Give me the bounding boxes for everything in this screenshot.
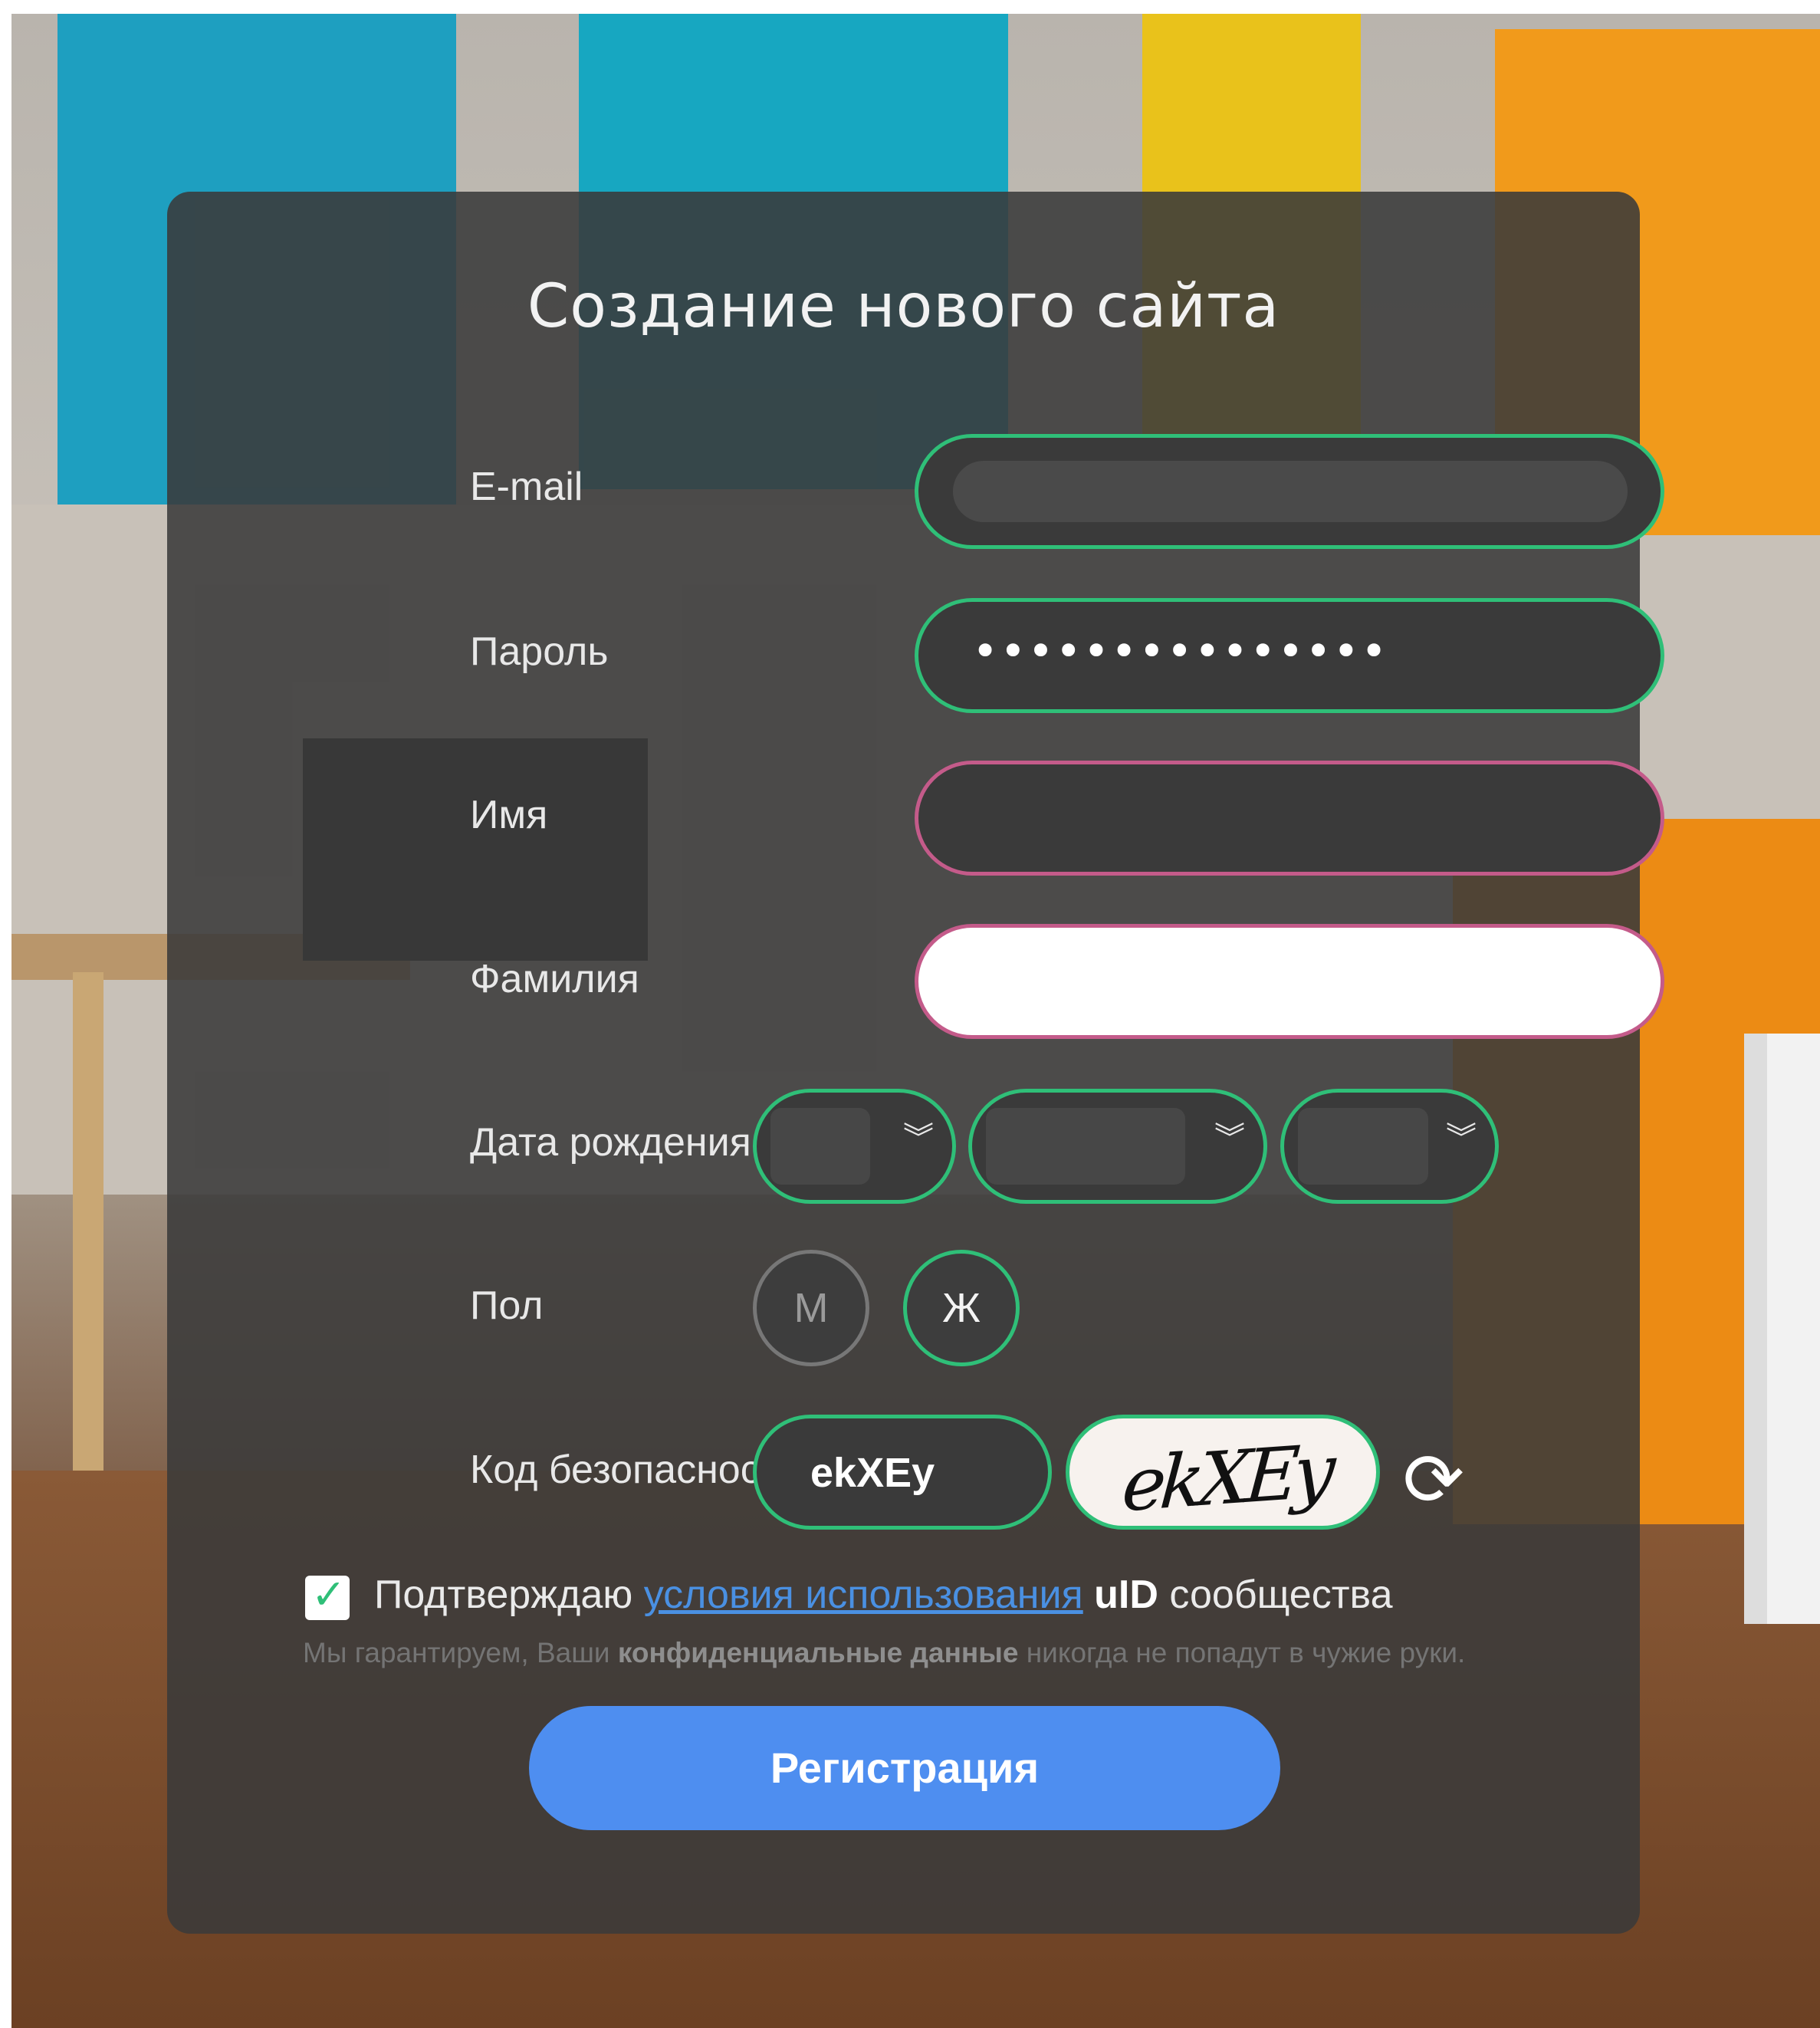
- birth-year-select[interactable]: ︾: [1280, 1089, 1499, 1204]
- password-value: •••••••••••••••: [972, 625, 1389, 677]
- chevron-down-double-icon: ︾: [1214, 1121, 1245, 1156]
- email-field[interactable]: [915, 434, 1664, 549]
- privacy-prefix: Мы гарантируем, Ваши: [303, 1637, 610, 1668]
- birth-date-label: Дата рождения: [470, 1120, 751, 1165]
- agree-suffix: сообщества: [1169, 1573, 1393, 1617]
- captcha-image: ekXEy: [1066, 1415, 1380, 1530]
- birth-year-value: [1298, 1108, 1428, 1185]
- birth-day-value: [770, 1108, 870, 1185]
- captcha-text: ekXEy: [1119, 1428, 1332, 1529]
- chevron-down-double-icon: ︾: [903, 1121, 934, 1156]
- agree-checkbox[interactable]: ✓: [305, 1570, 350, 1620]
- password-label: Пароль: [470, 629, 609, 674]
- security-code-field[interactable]: ekXEy: [753, 1415, 1052, 1530]
- register-button[interactable]: Регистрация: [529, 1706, 1280, 1830]
- page-title: Создание нового сайта: [527, 272, 1280, 341]
- agree-prefix: Подтверждаю: [374, 1573, 633, 1617]
- first-name-field[interactable]: [915, 761, 1664, 876]
- security-code-label: Код безопасности: [470, 1448, 801, 1492]
- gender-female-button[interactable]: Ж: [903, 1250, 1020, 1366]
- terms-link[interactable]: условия использования: [644, 1573, 1083, 1617]
- email-value-redacted: [953, 461, 1628, 522]
- agree-text: Подтверждаю условия использования uID со…: [374, 1572, 1393, 1618]
- chevron-down-double-icon: ︾: [1446, 1121, 1477, 1156]
- last-name-label: Фамилия: [470, 957, 639, 1001]
- background-frame: [1744, 1034, 1820, 1624]
- birth-month-select[interactable]: ︾: [968, 1089, 1267, 1204]
- password-field[interactable]: •••••••••••••••: [915, 598, 1664, 713]
- privacy-suffix: никогда не попадут в чужие руки.: [1026, 1637, 1466, 1668]
- gender-label: Пол: [470, 1284, 544, 1328]
- birth-day-select[interactable]: ︾: [753, 1089, 956, 1204]
- last-name-field[interactable]: [915, 924, 1664, 1039]
- brand-name: uID: [1094, 1573, 1158, 1617]
- gender-male-button[interactable]: М: [753, 1250, 869, 1366]
- registration-card: Создание нового сайта E-mail Пароль ••••…: [167, 192, 1664, 1934]
- checkmark-icon: ✓: [311, 1570, 347, 1619]
- first-name-label: Имя: [470, 793, 548, 837]
- privacy-bold: конфиденциальные данные: [617, 1637, 1019, 1668]
- email-label: E-mail: [470, 465, 583, 509]
- privacy-note: Мы гарантируем, Ваши конфиденциальные да…: [303, 1637, 1499, 1669]
- refresh-icon[interactable]: ⟳: [1395, 1441, 1472, 1518]
- security-code-value: ekXEy: [810, 1450, 935, 1496]
- birth-month-value: [986, 1108, 1185, 1185]
